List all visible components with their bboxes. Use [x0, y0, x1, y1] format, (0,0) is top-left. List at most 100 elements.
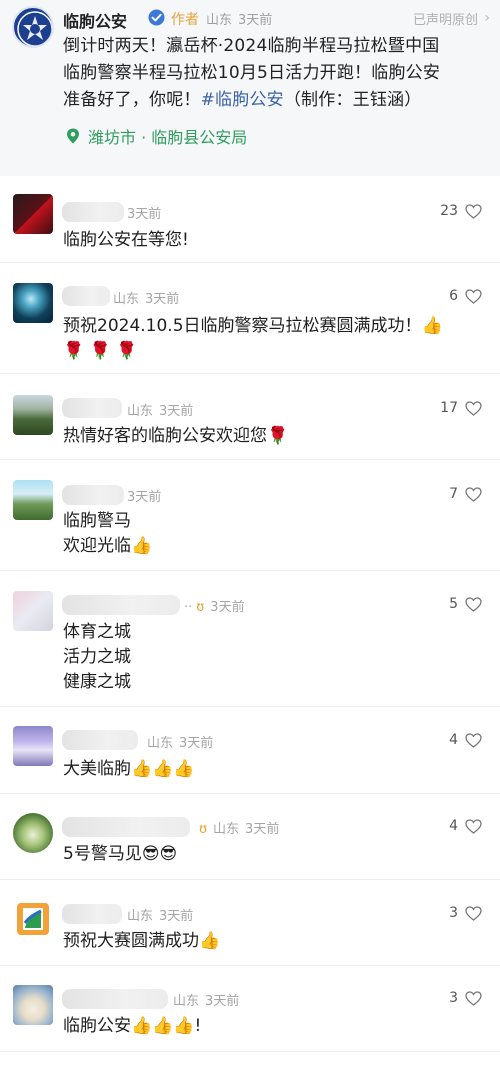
- comment-time: 3天前: [245, 822, 280, 837]
- author-tag: 作者: [171, 12, 199, 28]
- hashtag-link[interactable]: #临朐公安: [201, 90, 284, 110]
- post-card: 临朐公安 作者 山东 3天前 已声明原创 › 倒计时两天！瀛岳杯·2024临朐半程…: [0, 0, 500, 176]
- commenter-name-blurred[interactable]: [62, 485, 124, 505]
- comment-text: 预祝2024.10.5日临朐警察马拉松赛圆满成功！👍 🌹 🌹 🌹: [63, 314, 443, 364]
- comment-text: 大美临朐👍👍👍: [63, 757, 195, 782]
- badge-icon: ʊ: [199, 822, 208, 837]
- comment-line: 体育之城: [63, 622, 131, 642]
- original-claim-label[interactable]: 已声明原创: [413, 9, 478, 28]
- comment-region: 山东: [213, 822, 240, 837]
- post-body: 倒计时两天！瀛岳杯·2024临朐半程马拉松暨中国 临朐警察半程马拉松10月5日活…: [63, 33, 491, 114]
- commenter-avatar[interactable]: [13, 194, 53, 234]
- comment-meta: 山东 3天前: [113, 288, 179, 307]
- heart-icon: [465, 400, 482, 416]
- heart-icon: [465, 990, 482, 1006]
- comment-meta: 山东 3天前: [127, 400, 193, 419]
- comment-time: 3天前: [210, 600, 245, 615]
- comment-time: 3天前: [145, 292, 180, 307]
- like-count: 5: [449, 596, 458, 612]
- like-button[interactable]: 3: [449, 990, 482, 1006]
- commenter-name-blurred[interactable]: [62, 595, 180, 615]
- comment-region: 山东: [113, 292, 140, 307]
- post-region: 山东: [206, 13, 233, 28]
- badge-icon: ʊ: [196, 600, 205, 615]
- comment-meta: 山东 3天前: [147, 732, 213, 751]
- post-text-line: 准备好了，你呢！#临朐公安（制作：王钰涵）: [63, 87, 491, 114]
- comment-region: 山东: [127, 909, 154, 924]
- commenter-name-blurred[interactable]: [62, 904, 122, 924]
- post-credit: （制作：王钰涵）: [283, 90, 422, 110]
- commenter-avatar[interactable]: [13, 591, 53, 631]
- comment-line: 热情好客的临朐公安欢迎您🌹: [63, 426, 289, 446]
- post-text-line: 倒计时两天！瀛岳杯·2024临朐半程马拉松暨中国: [63, 36, 440, 56]
- like-button[interactable]: 23: [440, 203, 482, 219]
- comment-item: 山东 3天前 4 大美临朐👍👍👍: [0, 707, 500, 794]
- like-button[interactable]: 7: [449, 486, 482, 502]
- post-author-name[interactable]: 临朐公安: [63, 8, 127, 32]
- comment-meta: 山东 3天前: [173, 990, 239, 1009]
- commenter-name-blurred[interactable]: [62, 398, 122, 418]
- like-count: 3: [449, 990, 458, 1006]
- commenter-name-blurred[interactable]: [62, 989, 168, 1009]
- comment-item: 3天前 7 临朐警马 欢迎光临👍: [0, 460, 500, 571]
- comment-line: 5号警马见😎😎: [63, 844, 178, 864]
- comment-time: 3天前: [159, 404, 194, 419]
- comment-meta: ·· ʊ 3天前: [184, 600, 245, 615]
- like-count: 4: [449, 818, 458, 834]
- like-button[interactable]: 6: [449, 288, 482, 304]
- commenter-avatar[interactable]: [13, 899, 53, 939]
- comment-text: 临朐公安在等您!: [63, 228, 189, 253]
- like-button[interactable]: 5: [449, 596, 482, 612]
- like-count: 4: [449, 732, 458, 748]
- comment-time: 3天前: [179, 736, 214, 751]
- like-button[interactable]: 3: [449, 905, 482, 921]
- comment-line: 健康之城: [63, 672, 131, 692]
- like-button[interactable]: 4: [449, 732, 482, 748]
- chevron-right-icon[interactable]: ›: [484, 10, 490, 26]
- comment-text: 预祝大赛圆满成功👍: [63, 929, 220, 954]
- comment-time: 3天前: [159, 909, 194, 924]
- comment-item: 山东 3天前 6 预祝2024.10.5日临朐警察马拉松赛圆满成功！👍 🌹 🌹 🌹: [0, 263, 500, 374]
- heart-icon: [465, 732, 482, 748]
- like-count: 23: [440, 203, 458, 219]
- commenter-avatar[interactable]: [13, 985, 53, 1025]
- commenter-avatar[interactable]: [13, 395, 53, 435]
- comment-time: 3天前: [127, 490, 162, 505]
- commenter-name-blurred[interactable]: [62, 286, 110, 306]
- comment-region: 山东: [173, 994, 200, 1009]
- heart-icon: [465, 288, 482, 304]
- comment-item: ʊ 山东 3天前 4 5号警马见😎😎: [0, 794, 500, 880]
- like-count: 7: [449, 486, 458, 502]
- comment-text: 临朐警马 欢迎光临👍: [63, 509, 152, 559]
- commenter-name-blurred[interactable]: [62, 817, 190, 837]
- commenter-avatar[interactable]: [13, 480, 53, 520]
- post-text-line-end: 准备好了，你呢！: [63, 90, 201, 110]
- comment-line: 预祝2024.10.5日临朐警察马拉松赛圆满成功！👍: [63, 316, 443, 336]
- comment-meta: ʊ 山东 3天前: [195, 818, 279, 837]
- comment-line: 大美临朐👍👍👍: [63, 759, 195, 779]
- like-button[interactable]: 4: [449, 818, 482, 834]
- commenter-avatar[interactable]: [13, 813, 53, 853]
- heart-icon: [465, 818, 482, 834]
- commenter-name-blurred[interactable]: [62, 730, 138, 750]
- comment-line: 活力之城: [63, 647, 131, 667]
- comment-region: 山东: [127, 404, 154, 419]
- comment-item: 山东 3天前 3 预祝大赛圆满成功👍: [0, 880, 500, 966]
- comment-item: 山东 3天前 3 临朐公安👍👍👍!: [0, 966, 500, 1052]
- location-link[interactable]: 潍坊市 · 临朐县公安局: [66, 124, 247, 148]
- comment-item: ·· ʊ 3天前 5 体育之城 活力之城 健康之城: [0, 571, 500, 707]
- commenter-name-blurred[interactable]: [62, 202, 124, 222]
- comment-line: 预祝大赛圆满成功👍: [63, 931, 221, 951]
- commenter-avatar[interactable]: [13, 283, 53, 323]
- comment-text: 5号警马见😎😎: [63, 842, 177, 867]
- comment-line: 🌹 🌹 🌹: [63, 341, 138, 361]
- commenter-avatar[interactable]: [13, 726, 53, 766]
- comment-text: 热情好客的临朐公安欢迎您🌹: [63, 424, 288, 449]
- comment-meta: 3天前: [127, 203, 161, 222]
- comment-item: 3天前 23 临朐公安在等您!: [0, 176, 500, 263]
- like-button[interactable]: 17: [440, 400, 482, 416]
- comment-time: 3天前: [205, 994, 240, 1009]
- post-text-line: 临朐警察半程马拉松10月5日活力开跑！临朐公安: [63, 63, 441, 83]
- comment-item: 山东 3天前 17 热情好客的临朐公安欢迎您🌹: [0, 374, 500, 460]
- author-avatar[interactable]: [12, 6, 54, 48]
